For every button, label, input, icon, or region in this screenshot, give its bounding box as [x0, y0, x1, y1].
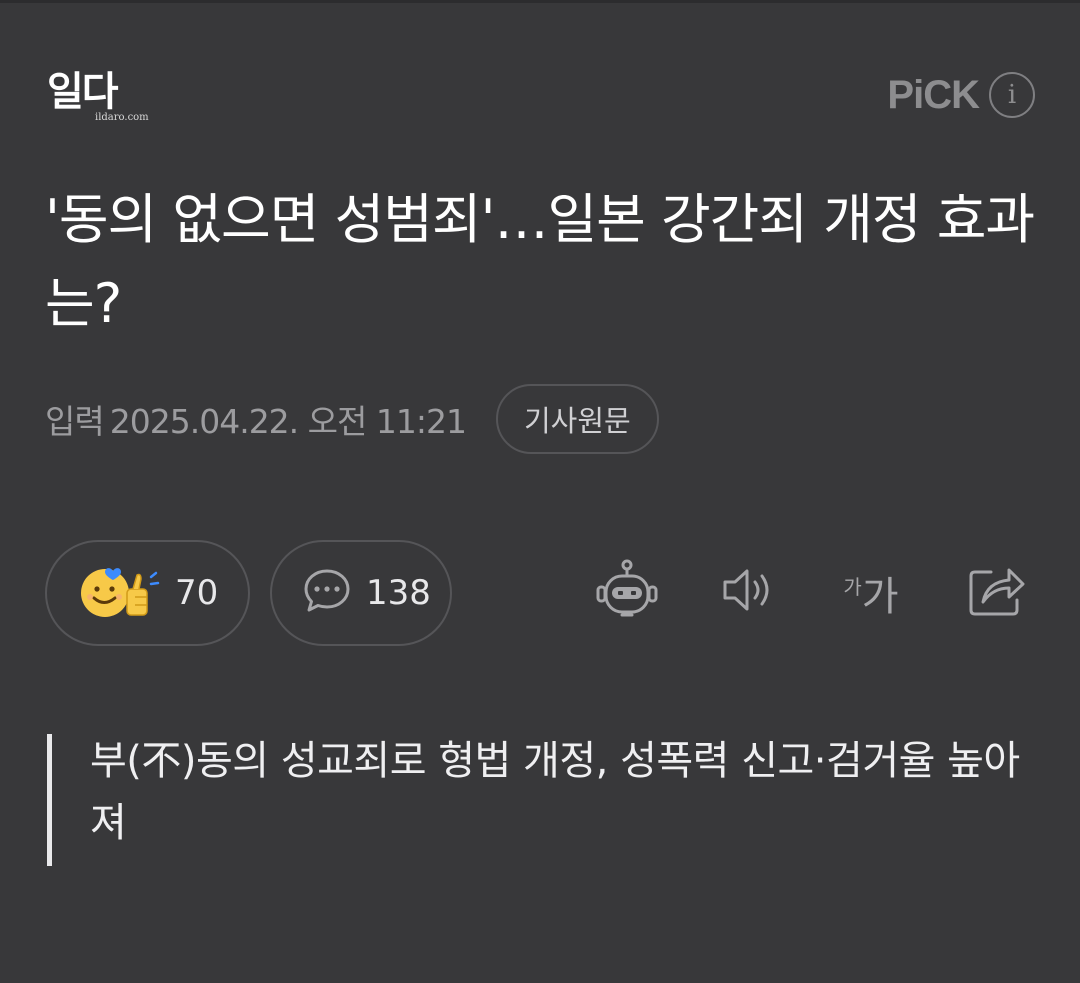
top-edge	[0, 0, 1080, 3]
publish-date: 입력 2025.04.22. 오전 11:21	[45, 395, 467, 443]
reaction-icon	[77, 561, 161, 625]
original-article-button[interactable]: 기사원문	[495, 384, 659, 454]
reaction-count: 70	[175, 573, 219, 613]
font-small-label: 가	[843, 575, 862, 599]
pick-label: PiCK	[887, 73, 980, 117]
press-logo-domain: ildaro.com	[95, 112, 149, 123]
comment-bubble-icon	[302, 566, 352, 620]
font-big-label: 가	[861, 574, 899, 620]
press-logo-text: 일다	[47, 69, 119, 115]
reaction-button[interactable]: 70	[45, 540, 250, 646]
ai-bot-icon	[594, 557, 660, 627]
share-button[interactable]	[962, 552, 1032, 632]
share-icon	[967, 562, 1027, 622]
article-summary: 부(不)동의 성교죄로 형법 개정, 성폭력 신고·검거율 높아져	[47, 734, 1030, 866]
publish-date-value: 2025.04.22. 오전 11:21	[109, 402, 467, 441]
font-size-icon: 가 가	[843, 562, 898, 622]
comment-count: 138	[366, 573, 431, 613]
smile-icon	[81, 569, 129, 617]
press-logo[interactable]: 일다 ildaro.com	[47, 70, 149, 123]
summary-text: 부(不)동의 성교죄로 형법 개정, 성폭력 신고·검거율 높아져	[90, 738, 1020, 846]
article-actions: 70 138	[45, 540, 452, 646]
text-to-speech-button[interactable]	[714, 552, 784, 632]
publish-date-label: 입력	[45, 402, 105, 441]
pick-badge: PiCK i	[887, 72, 1035, 118]
article-meta: 입력 2025.04.22. 오전 11:21 기사원문	[45, 384, 659, 454]
info-icon[interactable]: i	[989, 72, 1035, 118]
font-size-button[interactable]: 가 가	[836, 552, 906, 632]
ai-summary-button[interactable]	[592, 552, 662, 632]
article-title: '동의 없으면 성범죄'…일본 강간죄 개정 효과는?	[45, 188, 1035, 335]
speaker-icon	[719, 565, 779, 619]
thumbs-up-icon	[126, 571, 160, 616]
article-tools: 가 가	[592, 552, 1032, 632]
comment-button[interactable]: 138	[270, 540, 452, 646]
